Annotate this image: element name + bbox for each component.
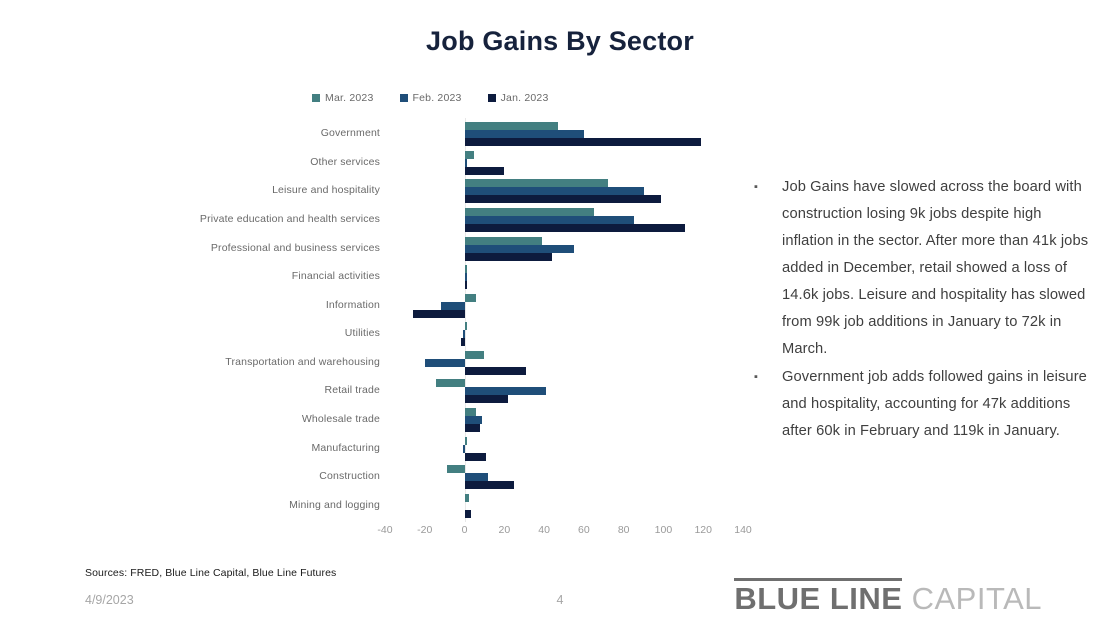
category-label: Construction [319, 470, 380, 483]
bar[interactable] [424, 358, 465, 367]
bar[interactable] [464, 179, 608, 188]
value-tick-label: 40 [538, 524, 550, 536]
bar[interactable] [464, 252, 553, 261]
brand-name-secondary: CAPITAL [911, 581, 1042, 616]
bar[interactable] [464, 395, 509, 404]
bullet-text: Government job adds followed gains in le… [782, 369, 1087, 439]
value-tick-label: -20 [417, 524, 433, 536]
category-label: Leisure and hospitality [272, 184, 380, 197]
category-label: Information [325, 298, 380, 311]
value-tick-label: 120 [694, 524, 712, 536]
bar[interactable] [464, 481, 515, 490]
sources-note: Sources: FRED, Blue Line Capital, Blue L… [85, 567, 337, 579]
bar[interactable] [464, 130, 584, 139]
legend-entry[interactable]: Mar. 2023 [312, 92, 374, 104]
bullet-marker-icon: ▪ [754, 181, 758, 193]
category-label: Private education and health services [199, 213, 380, 225]
value-tick-label: -40 [377, 524, 393, 536]
page-title: Job Gains By Sector [426, 26, 694, 56]
category-label: Utilities [344, 327, 380, 340]
bullet-text: Job Gains have slowed across the board w… [782, 179, 1089, 357]
bar[interactable] [464, 208, 594, 216]
bar[interactable] [440, 301, 465, 310]
bar[interactable] [412, 309, 465, 318]
value-tick-label: 20 [498, 524, 511, 536]
bar[interactable] [464, 166, 505, 175]
bar[interactable] [462, 330, 465, 339]
category-label: Professional and business services [210, 241, 380, 254]
value-axis: -40 -20 0 20 40 60 80 100 120 140 [377, 524, 751, 548]
bar[interactable] [464, 122, 559, 131]
bar[interactable] [464, 509, 471, 518]
bar[interactable] [460, 338, 465, 347]
plot-region [385, 118, 743, 522]
bar[interactable] [464, 138, 702, 147]
bar[interactable] [435, 379, 465, 388]
bar[interactable] [464, 473, 489, 482]
bar-chart: Government Other services Leisure and hosp… [85, 118, 752, 560]
category-label: Mining and logging [289, 498, 380, 511]
bar[interactable] [464, 424, 481, 432]
bar[interactable] [464, 350, 485, 359]
bar[interactable] [464, 265, 467, 274]
category-label: Manufacturing [311, 441, 380, 454]
category-label: Retail trade [324, 384, 380, 397]
legend-swatch-icon [312, 94, 320, 102]
category-label: Government [320, 127, 380, 140]
value-tick-label: 0 [461, 524, 468, 536]
bullet-item: ▪ Government job adds followed gains in l… [748, 364, 1093, 445]
legend-swatch-icon [399, 94, 408, 102]
bar[interactable] [464, 493, 469, 502]
bar[interactable] [464, 224, 686, 232]
bar[interactable] [464, 195, 662, 204]
bar[interactable] [464, 281, 467, 290]
legend-entry[interactable]: Feb. 2023 [399, 92, 462, 104]
bar[interactable] [464, 236, 543, 245]
bar[interactable] [464, 452, 487, 461]
category-axis: Government Other services Leisure and hosp… [85, 120, 380, 520]
legend-label: Feb. 2023 [412, 92, 462, 104]
bar[interactable] [464, 387, 547, 396]
bar[interactable] [464, 273, 467, 282]
value-tick-label: 80 [617, 524, 630, 536]
value-tick-label: 100 [654, 524, 673, 536]
bar[interactable] [464, 416, 483, 424]
brand-name-primary: BLUE LINE [734, 578, 903, 616]
commentary-panel: ▪ Job Gains have slowed across the board … [748, 174, 1093, 446]
bar[interactable] [464, 436, 467, 445]
legend-label: Jan. 2023 [500, 92, 549, 104]
bar[interactable] [464, 408, 477, 416]
bar[interactable] [464, 216, 634, 224]
value-tick-label: 60 [578, 524, 590, 536]
category-label: Financial activities [291, 270, 380, 283]
bar[interactable] [462, 444, 465, 453]
brand-logo: BLUE LINE CAPITAL [734, 578, 1042, 617]
bullet-item: ▪ Job Gains have slowed across the board … [748, 174, 1093, 363]
category-label: Other services [310, 155, 380, 168]
legend-swatch-icon [487, 94, 496, 102]
legend-label: Mar. 2023 [325, 92, 374, 104]
chart-legend: Mar. 2023 Feb. 2023 Jan. 2023 [312, 92, 549, 104]
bar[interactable] [464, 293, 477, 302]
bar[interactable] [464, 150, 475, 159]
bullet-marker-icon: ▪ [754, 371, 758, 383]
bar[interactable] [464, 366, 527, 375]
bar[interactable] [446, 465, 465, 474]
legend-entry[interactable]: Jan. 2023 [487, 92, 549, 104]
bar[interactable] [464, 158, 467, 167]
bar[interactable] [464, 322, 467, 331]
category-label: Wholesale trade [301, 413, 380, 425]
bar[interactable] [464, 187, 644, 196]
value-tick-label: 140 [734, 524, 752, 536]
category-label: Transportation and warehousing [225, 355, 380, 368]
bar[interactable] [464, 244, 574, 253]
